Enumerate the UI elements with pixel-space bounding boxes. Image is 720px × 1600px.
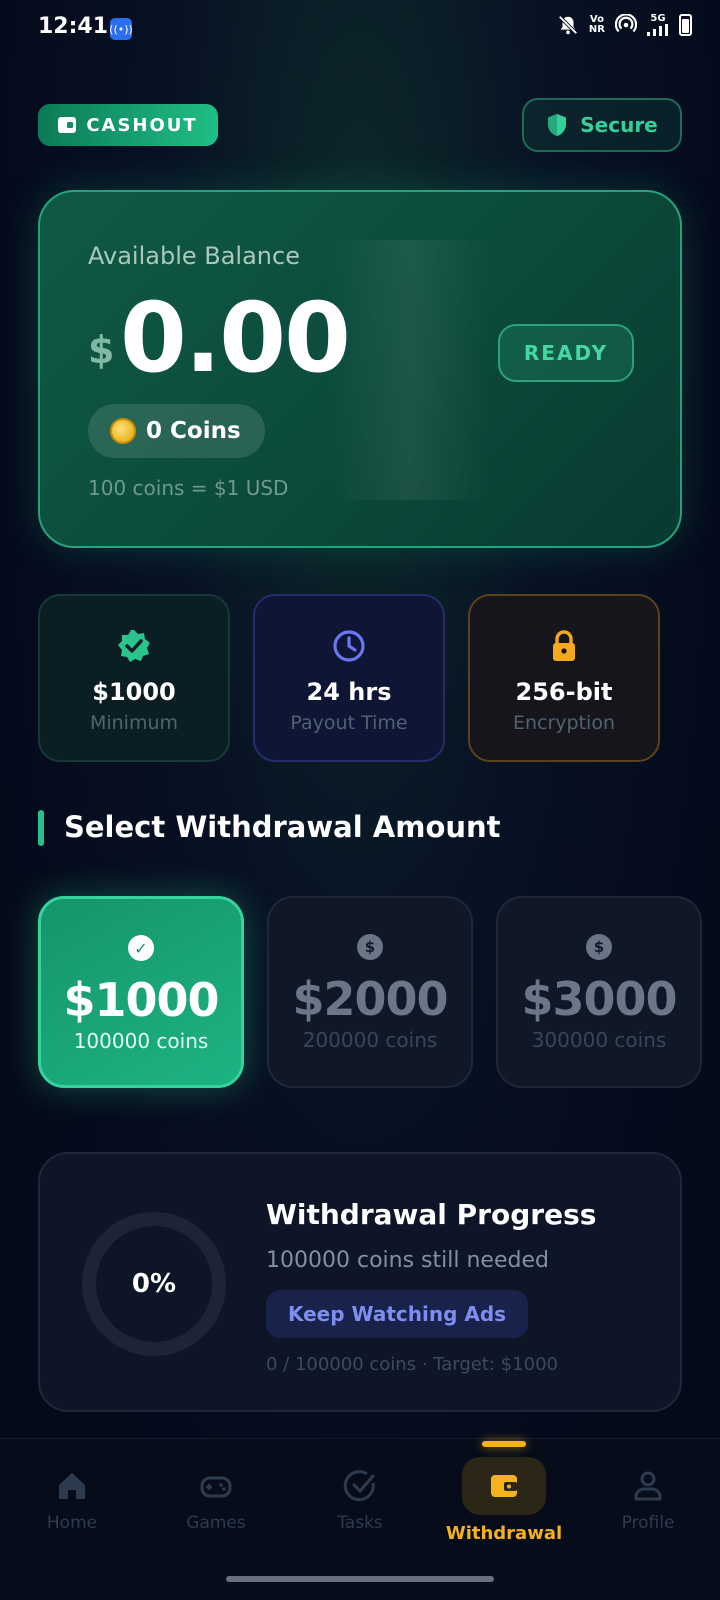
info-label-payout: Payout Time bbox=[290, 712, 408, 734]
coins-pill: 0 Coins bbox=[88, 404, 265, 458]
dollar-icon: $ bbox=[357, 934, 383, 960]
signal-type-text: 5G bbox=[650, 13, 666, 24]
balance-amount: 0.00 bbox=[120, 282, 351, 394]
progress-footer: 0 / 100000 coins · Target: $1000 bbox=[266, 1354, 558, 1375]
home-indicator[interactable] bbox=[226, 1576, 494, 1582]
progress-percent: 0% bbox=[131, 1269, 177, 1299]
conversion-rate: 100 coins = $1 USD bbox=[88, 476, 289, 500]
nav-item-withdrawal[interactable]: Withdrawal bbox=[432, 1457, 576, 1544]
nav-item-tasks[interactable]: Tasks bbox=[288, 1469, 432, 1533]
gamepad-icon bbox=[200, 1476, 232, 1498]
cashout-label: CASHOUT bbox=[86, 114, 198, 136]
withdrawal-progress-card: 0% Withdrawal Progress 100000 coins stil… bbox=[38, 1152, 682, 1412]
info-value-encryption: 256-bit bbox=[515, 678, 613, 706]
hotspot-icon bbox=[615, 14, 637, 33]
wallet-icon bbox=[58, 117, 77, 133]
info-label-minimum: Minimum bbox=[89, 712, 179, 734]
info-value-payout: 24 hrs bbox=[306, 678, 392, 706]
amount-coins: 100000 coins bbox=[73, 1029, 209, 1053]
nav-active-indicator bbox=[482, 1441, 526, 1447]
amount-option-2000[interactable]: $ $2000 200000 coins bbox=[267, 896, 473, 1088]
balance-label: Available Balance bbox=[88, 242, 300, 270]
ready-status-badge: READY bbox=[498, 324, 634, 382]
currency-symbol: $ bbox=[88, 328, 115, 372]
shield-icon bbox=[548, 114, 567, 136]
amount-coins: 200000 coins bbox=[302, 1028, 438, 1052]
check-circle-icon bbox=[343, 1470, 375, 1502]
progress-title: Withdrawal Progress bbox=[266, 1198, 597, 1231]
amount-value: $1000 bbox=[63, 973, 219, 1027]
check-icon: ✓ bbox=[128, 935, 154, 961]
status-time: 12:41 bbox=[38, 14, 109, 39]
secure-button[interactable]: Secure bbox=[522, 98, 682, 152]
amount-value: $3000 bbox=[521, 972, 677, 1026]
verified-badge-icon bbox=[118, 630, 150, 662]
amount-value: $2000 bbox=[292, 972, 448, 1026]
coins-count: 0 Coins bbox=[146, 418, 241, 444]
nav-label-games: Games bbox=[186, 1513, 246, 1533]
amount-option-1000[interactable]: ✓ $1000 100000 coins bbox=[38, 896, 244, 1088]
amount-coins: 300000 coins bbox=[531, 1028, 667, 1052]
section-accent-bar bbox=[38, 810, 44, 846]
card-shine bbox=[330, 240, 490, 500]
clock-icon bbox=[333, 630, 365, 662]
section-title: Select Withdrawal Amount bbox=[64, 810, 501, 844]
nav-label-withdrawal: Withdrawal bbox=[445, 1523, 563, 1544]
person-icon bbox=[634, 1471, 662, 1501]
network-type: Vo NR bbox=[589, 15, 605, 35]
progress-subtitle: 100000 coins still needed bbox=[266, 1248, 549, 1273]
nav-active-background bbox=[462, 1457, 546, 1515]
nav-item-profile[interactable]: Profile bbox=[576, 1469, 720, 1533]
info-value-minimum: $1000 bbox=[92, 678, 176, 706]
lock-icon bbox=[553, 630, 575, 661]
nav-item-games[interactable]: Games bbox=[144, 1469, 288, 1533]
keep-watching-ads-button[interactable]: Keep Watching Ads bbox=[266, 1290, 528, 1338]
nav-label-profile: Profile bbox=[621, 1513, 675, 1533]
info-label-encryption: Encryption bbox=[512, 712, 615, 734]
network-bottom-text: NR bbox=[588, 24, 605, 35]
nav-label-tasks: Tasks bbox=[337, 1513, 383, 1533]
amount-option-3000[interactable]: $ $3000 300000 coins bbox=[496, 896, 702, 1088]
nav-item-home[interactable]: Home bbox=[0, 1469, 144, 1533]
dollar-icon: $ bbox=[586, 934, 612, 960]
wallet-icon bbox=[491, 1475, 517, 1497]
coin-icon bbox=[110, 418, 136, 444]
home-icon bbox=[59, 1473, 85, 1499]
cell-signal: 5G bbox=[647, 14, 669, 36]
signal-bars-icon bbox=[647, 24, 668, 36]
info-card-encryption: 256-bit Encryption bbox=[468, 594, 660, 762]
bell-off-icon bbox=[558, 15, 578, 35]
info-card-minimum: $1000 Minimum bbox=[38, 594, 230, 762]
balance-card: Available Balance $ 0.00 0 Coins 100 coi… bbox=[38, 190, 682, 548]
battery-icon bbox=[679, 14, 692, 36]
info-card-payout: 24 hrs Payout Time bbox=[253, 594, 445, 762]
cashout-badge[interactable]: CASHOUT bbox=[38, 104, 218, 146]
secure-label: Secure bbox=[580, 113, 658, 137]
status-indicators: Vo NR 5G bbox=[557, 14, 692, 36]
progress-ring: 0% bbox=[82, 1212, 226, 1356]
nav-label-home: Home bbox=[46, 1513, 98, 1533]
broadcast-notification-icon: ((•)) bbox=[109, 18, 133, 40]
